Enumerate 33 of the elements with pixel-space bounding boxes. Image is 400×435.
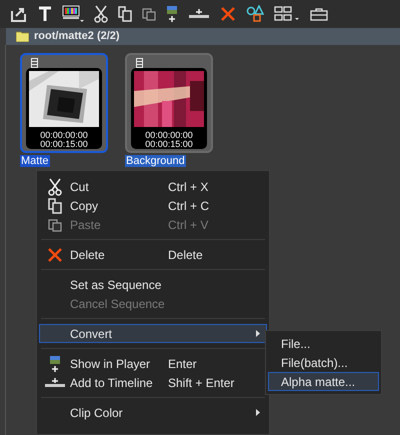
- menu-item[interactable]: Alpha matte...: [268, 372, 379, 391]
- clip-name: Matte: [20, 155, 50, 167]
- timecode: 00:00:00:00: [145, 131, 193, 140]
- menu-item[interactable]: Convert: [39, 324, 267, 343]
- menu-item[interactable]: Copy Ctrl + C: [39, 196, 267, 215]
- menu-item[interactable]: Add to Timeline Shift + Enter: [39, 373, 267, 392]
- copy-icon: [48, 198, 62, 214]
- timeline-add-icon: [44, 376, 66, 388]
- menu-item[interactable]: File...: [268, 334, 379, 353]
- color-bars-icon[interactable]: [60, 3, 86, 25]
- clip-name: Background: [125, 155, 186, 167]
- player-icon: [49, 354, 61, 372]
- menu-item[interactable]: Delete Delete: [39, 245, 267, 264]
- paste-icon: [48, 218, 62, 232]
- film-icon: [136, 58, 143, 68]
- menu-item[interactable]: Set as Sequence: [39, 275, 267, 294]
- folder-icon: [16, 31, 29, 42]
- film-icon: [31, 58, 38, 68]
- timecode: 00:00:15:00: [145, 140, 193, 149]
- scissors-icon: [48, 178, 62, 196]
- player-icon[interactable]: [164, 3, 180, 25]
- folder-path: root/matte2 (2/2): [34, 29, 120, 44]
- timecode: 00:00:15:00: [40, 140, 88, 149]
- menu-item[interactable]: File(batch)...: [268, 353, 379, 372]
- scissors-icon[interactable]: [92, 3, 110, 25]
- menu-item[interactable]: Show in Player Enter: [39, 354, 267, 373]
- shapes-icon[interactable]: [244, 3, 266, 25]
- clip-thumbnail[interactable]: 00:00:00:00 00:00:15:00: [20, 53, 108, 153]
- timecode: 00:00:00:00: [40, 131, 88, 140]
- menu-item[interactable]: Clip Color: [39, 403, 267, 422]
- menu-item[interactable]: Cut Ctrl + X: [39, 177, 267, 196]
- delete-icon: [47, 246, 63, 262]
- clip-thumbnail[interactable]: 00:00:00:00 00:00:15:00: [125, 53, 213, 153]
